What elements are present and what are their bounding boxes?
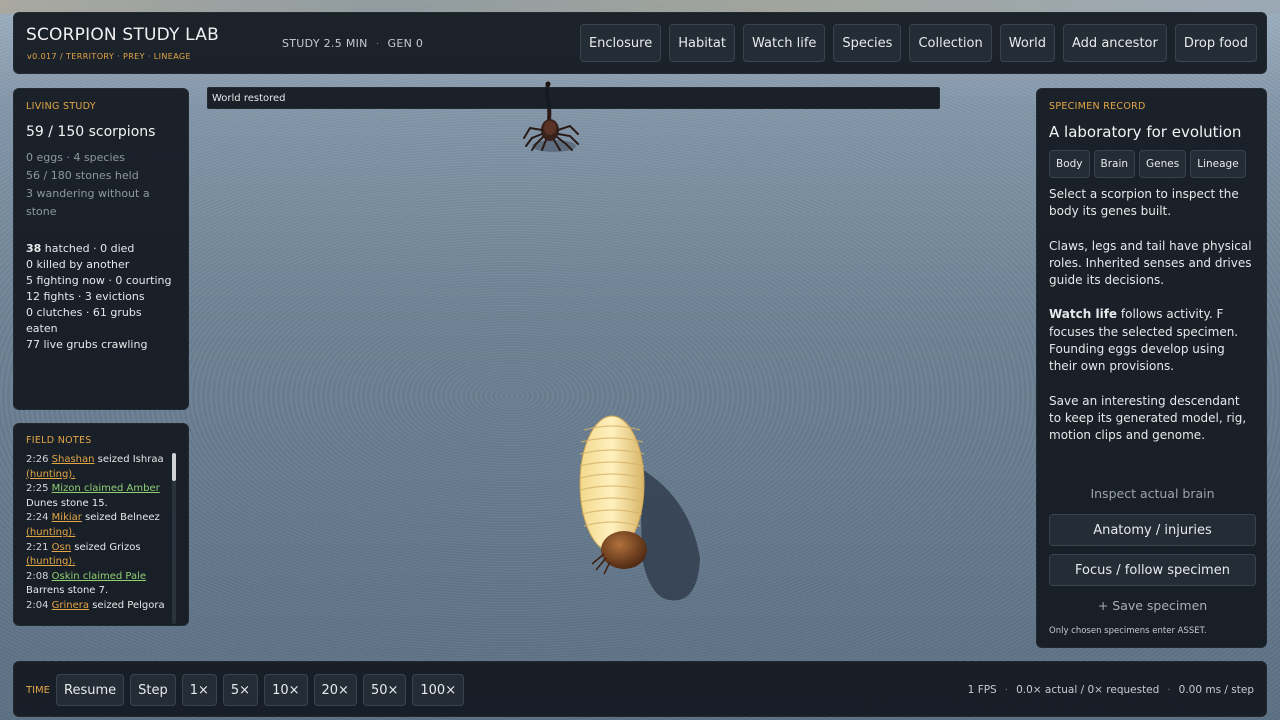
- time-controls: Resume Step 1× 5× 10× 20× 50× 100×: [56, 674, 465, 706]
- record-para-2: Claws, legs and tail have physical roles…: [1049, 238, 1252, 288]
- status-banner-text: World restored: [212, 93, 286, 104]
- fighting-line: 5 fighting now · 0 courting: [26, 274, 172, 287]
- save-specimen-button[interactable]: + Save specimen: [1049, 598, 1256, 613]
- habitat-button[interactable]: Habitat: [669, 24, 735, 62]
- speed-20x-button[interactable]: 20×: [313, 674, 357, 706]
- status-banner: World restored: [207, 87, 940, 109]
- speed-1x-button[interactable]: 1×: [181, 674, 217, 706]
- resume-button[interactable]: Resume: [56, 674, 125, 706]
- specimen-link[interactable]: Oskin claimed Pale: [52, 571, 146, 582]
- species-button[interactable]: Species: [833, 24, 902, 62]
- world-button[interactable]: World: [999, 24, 1056, 62]
- tab-body[interactable]: Body: [1049, 150, 1090, 178]
- scorpion-count: 59 / 150 scorpions: [26, 124, 156, 140]
- stones-held: 56 / 180 stones held: [26, 169, 139, 182]
- clutches-line: 0 clutches · 61 grubs eaten: [26, 306, 142, 335]
- enclosure-button[interactable]: Enclosure: [579, 24, 662, 62]
- living-study-panel: LIVING STUDY 59 / 150 scorpions 0 eggs ·…: [13, 88, 189, 410]
- record-para-4: Save an interesting descendant to keep i…: [1049, 393, 1247, 443]
- watch-life-button[interactable]: Watch life: [742, 24, 826, 62]
- app-title: SCORPION STUDY LAB: [26, 25, 219, 45]
- record-para-1: Select a scorpion to inspect the body it…: [1049, 187, 1239, 219]
- inspect-brain-button[interactable]: Inspect actual brain: [1049, 486, 1256, 501]
- step-time-readout: 0.00 ms / step: [1178, 684, 1254, 696]
- add-ancestor-button[interactable]: Add ancestor: [1063, 24, 1167, 62]
- grubs-line: 77 live grubs crawling: [26, 338, 148, 351]
- rate-readout: 0.0× actual / 0× requested: [1016, 684, 1160, 696]
- time-label: TIME: [26, 685, 51, 696]
- hatched-line: 38 hatched · 0 died: [26, 241, 176, 257]
- speed-5x-button[interactable]: 5×: [222, 674, 259, 706]
- anatomy-injuries-button[interactable]: Anatomy / injuries: [1049, 514, 1256, 546]
- fps-readout: 1 FPS: [967, 684, 997, 696]
- hatched-rest: hatched · 0 died: [41, 242, 135, 255]
- study-time: STUDY 2.5 MIN: [282, 37, 368, 50]
- specimen-link[interactable]: Mikiar: [52, 512, 82, 523]
- record-title: A laboratory for evolution: [1049, 123, 1242, 141]
- tab-lineage[interactable]: Lineage: [1190, 150, 1246, 178]
- record-body: Select a scorpion to inspect the body it…: [1049, 186, 1254, 445]
- perf-separator: ·: [1167, 684, 1171, 696]
- field-notes-panel: FIELD NOTES 2:26 Shashan seized Ishraa (…: [13, 423, 189, 626]
- speed-50x-button[interactable]: 50×: [362, 674, 407, 706]
- tab-genes[interactable]: Genes: [1139, 150, 1187, 178]
- generation: GEN 0: [387, 37, 424, 50]
- hatched-count: 38: [26, 242, 42, 255]
- study-stats: STUDY 2.5 MIN · GEN 0: [282, 37, 423, 50]
- field-notes-list: 2:26 Shashan seized Ishraa (hunting). 2:…: [26, 453, 176, 614]
- wandering-count: 3 wandering without a stone: [26, 187, 150, 218]
- living-study-heading: LIVING STUDY: [26, 101, 96, 112]
- time-bar: TIME Resume Step 1× 5× 10× 20× 50× 100× …: [13, 661, 1267, 717]
- app-subtitle: v0.017 / TERRITORY · PREY · LINEAGE: [27, 52, 191, 61]
- save-note: Only chosen specimens enter ASSET.: [1049, 626, 1207, 636]
- speed-10x-button[interactable]: 10×: [264, 674, 308, 706]
- field-notes-scroll-thumb[interactable]: [172, 453, 176, 481]
- record-para-3: Watch life follows activity. F focuses t…: [1049, 307, 1239, 374]
- stats-separator: ·: [375, 37, 380, 50]
- killed-line: 0 killed by another: [26, 258, 130, 271]
- top-bar: SCORPION STUDY LAB v0.017 / TERRITORY · …: [13, 12, 1267, 74]
- specimen-record-panel: SPECIMEN RECORD A laboratory for evoluti…: [1036, 88, 1267, 648]
- specimen-link[interactable]: Grinera: [52, 600, 89, 611]
- specimen-link[interactable]: Osn: [52, 542, 71, 553]
- list-item: 2:04 Grinera seized Pelgora: [26, 599, 165, 611]
- list-item: 2:08 Oskin claimed Pale Barrens stone 7.: [26, 570, 147, 597]
- record-tabs: Body Brain Genes Lineage: [1049, 150, 1254, 178]
- speed-100x-button[interactable]: 100×: [412, 674, 465, 706]
- perf-separator: ·: [1004, 684, 1009, 696]
- focus-follow-button[interactable]: Focus / follow specimen: [1049, 554, 1256, 586]
- specimen-record-heading: SPECIMEN RECORD: [1049, 101, 1146, 112]
- list-item: 2:25 Mizon claimed Amber Dunes stone 15.: [26, 483, 160, 509]
- living-stats: 38 hatched · 0 died 0 killed by another …: [26, 241, 176, 353]
- tab-brain[interactable]: Brain: [1093, 150, 1136, 178]
- grub-prey[interactable]: [570, 408, 720, 608]
- main-nav: Enclosure Habitat Watch life Species Col…: [579, 24, 1257, 62]
- drop-food-button[interactable]: Drop food: [1174, 24, 1257, 62]
- field-notes-heading: FIELD NOTES: [26, 435, 92, 446]
- living-substats: 0 eggs · 4 species 56 / 180 stones held …: [26, 149, 176, 221]
- list-item: 2:24 Mikiar seized Belneez (hunting).: [26, 512, 160, 538]
- fights-line: 12 fights · 3 evictions: [26, 290, 145, 303]
- collection-button[interactable]: Collection: [909, 24, 992, 62]
- specimen-link[interactable]: Shashan: [52, 454, 95, 465]
- performance-readout: 1 FPS · 0.0× actual / 0× requested · 0.00 ms…: [968, 684, 1254, 696]
- step-button[interactable]: Step: [130, 674, 176, 706]
- specimen-link[interactable]: Mizon claimed Amber: [52, 483, 160, 494]
- list-item: 2:21 Osn seized Grizos (hunting).: [26, 541, 141, 568]
- list-item: 2:26 Shashan seized Ishraa (hunting).: [26, 454, 164, 480]
- eggs-species: 0 eggs · 4 species: [26, 151, 126, 164]
